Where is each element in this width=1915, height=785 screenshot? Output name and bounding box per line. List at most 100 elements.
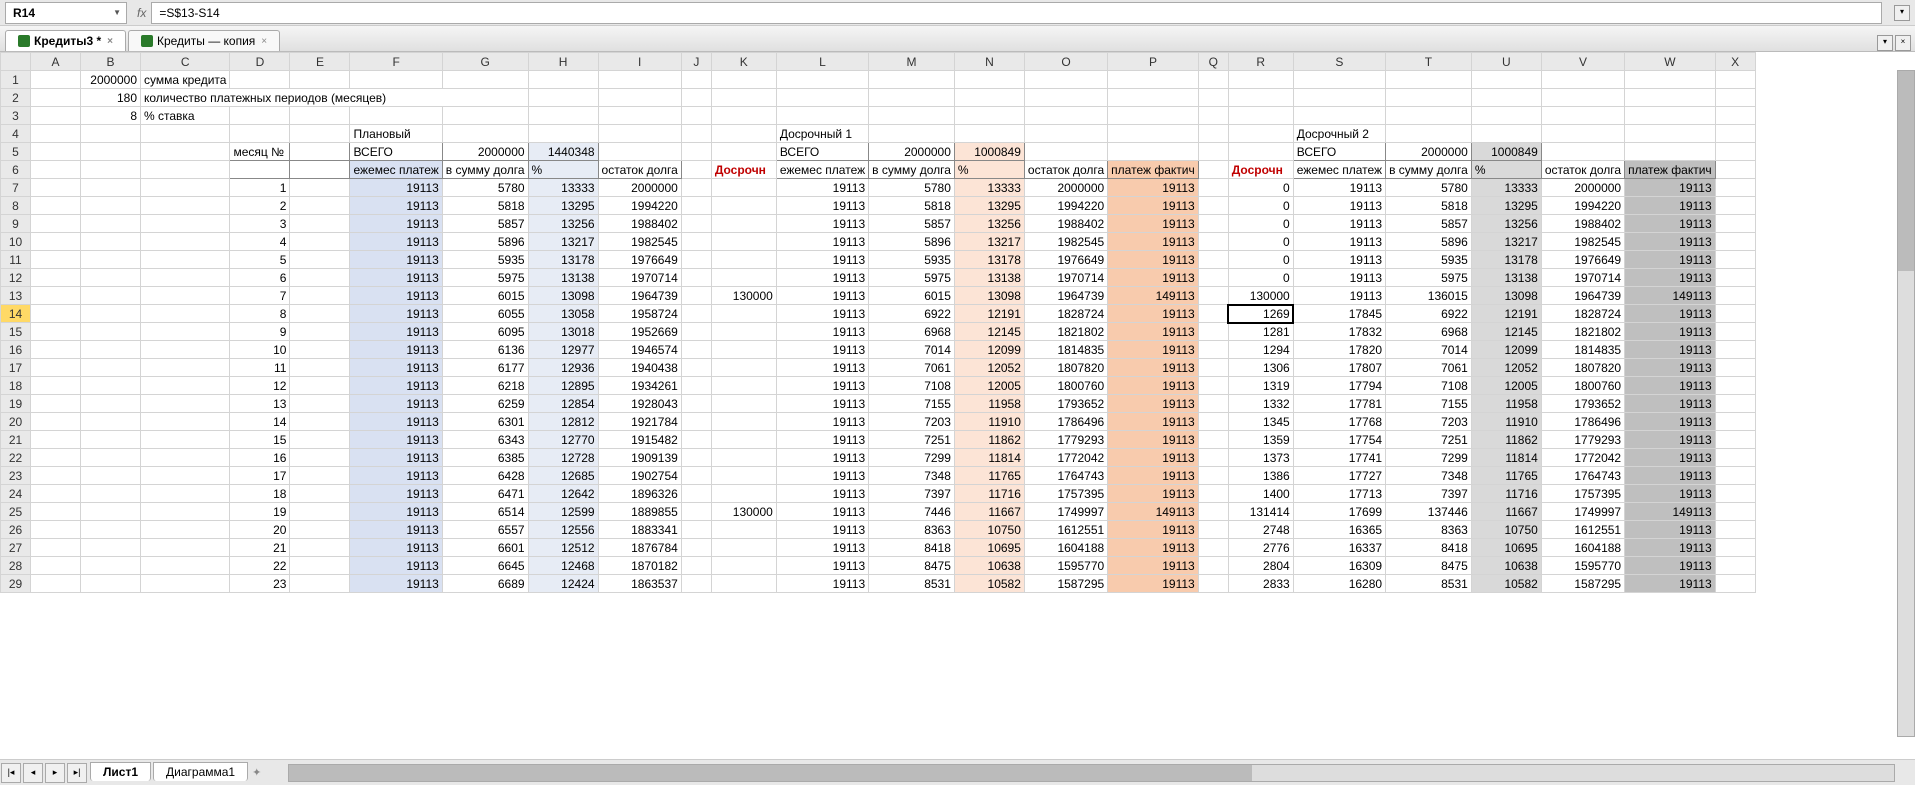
- cell[interactable]: 19113: [1625, 539, 1716, 557]
- cell[interactable]: [711, 143, 776, 161]
- cell[interactable]: [711, 395, 776, 413]
- spreadsheet-grid[interactable]: ABCDEFGHIJKLMNOPQRSTUVWX12000000сумма кр…: [0, 52, 1915, 762]
- cell[interactable]: [681, 233, 711, 251]
- cell[interactable]: [1198, 125, 1228, 143]
- cell[interactable]: [31, 467, 81, 485]
- cell[interactable]: [31, 359, 81, 377]
- col-header[interactable]: I: [598, 53, 681, 71]
- cell[interactable]: [681, 143, 711, 161]
- cell[interactable]: 8531: [1386, 575, 1472, 593]
- cell[interactable]: 19113: [1108, 359, 1199, 377]
- cell[interactable]: 16: [230, 449, 290, 467]
- first-sheet-button[interactable]: |◂: [1, 763, 21, 783]
- cell[interactable]: 13058: [528, 305, 598, 323]
- cell[interactable]: 1988402: [1541, 215, 1624, 233]
- cell[interactable]: 12005: [1471, 377, 1541, 395]
- cell[interactable]: 12052: [954, 359, 1024, 377]
- cell[interactable]: [869, 89, 955, 107]
- cell[interactable]: [31, 323, 81, 341]
- cell[interactable]: 1807820: [1541, 359, 1624, 377]
- cell[interactable]: 19113: [1293, 287, 1385, 305]
- cell[interactable]: [1715, 377, 1755, 395]
- row-header[interactable]: 23: [1, 467, 31, 485]
- cell[interactable]: [442, 125, 528, 143]
- cell[interactable]: 11862: [1471, 431, 1541, 449]
- cell[interactable]: 13256: [528, 215, 598, 233]
- cell[interactable]: [31, 269, 81, 287]
- cell[interactable]: [442, 107, 528, 125]
- cell[interactable]: 13138: [954, 269, 1024, 287]
- cell[interactable]: 3: [230, 215, 290, 233]
- cell[interactable]: [681, 467, 711, 485]
- cell[interactable]: [141, 179, 230, 197]
- cell[interactable]: 19113: [776, 431, 868, 449]
- close-icon[interactable]: ×: [261, 36, 267, 47]
- cell[interactable]: 1595770: [1541, 557, 1624, 575]
- cell[interactable]: 1800760: [1024, 377, 1107, 395]
- cell[interactable]: [681, 305, 711, 323]
- cell[interactable]: 13256: [954, 215, 1024, 233]
- cell[interactable]: 21: [230, 539, 290, 557]
- cell[interactable]: 19113: [1108, 197, 1199, 215]
- cell[interactable]: 1440348: [528, 143, 598, 161]
- cell[interactable]: 19113: [1625, 341, 1716, 359]
- cell[interactable]: 2000000: [1541, 179, 1624, 197]
- cell[interactable]: 1909139: [598, 449, 681, 467]
- cell[interactable]: [681, 215, 711, 233]
- next-sheet-button[interactable]: ▸: [45, 763, 65, 783]
- cell[interactable]: [81, 197, 141, 215]
- cell[interactable]: [1386, 89, 1472, 107]
- cell[interactable]: 1828724: [1541, 305, 1624, 323]
- cell[interactable]: 1988402: [1024, 215, 1107, 233]
- tab-menu-button[interactable]: ▾: [1877, 35, 1893, 51]
- cell-R22[interactable]: 1373: [1228, 449, 1293, 467]
- col-header[interactable]: K: [711, 53, 776, 71]
- cell[interactable]: [1198, 431, 1228, 449]
- cell[interactable]: 22: [230, 557, 290, 575]
- expand-formula-button[interactable]: ▾: [1894, 5, 1910, 21]
- cell[interactable]: 1915482: [598, 431, 681, 449]
- cell[interactable]: 5857: [869, 215, 955, 233]
- cell[interactable]: 19113: [350, 449, 442, 467]
- cell[interactable]: 8418: [869, 539, 955, 557]
- cell[interactable]: 6922: [869, 305, 955, 323]
- row-header[interactable]: 9: [1, 215, 31, 233]
- cell[interactable]: 1876784: [598, 539, 681, 557]
- cell[interactable]: [81, 359, 141, 377]
- cell[interactable]: 19113: [350, 305, 442, 323]
- cell[interactable]: [141, 161, 230, 179]
- cell[interactable]: [31, 287, 81, 305]
- col-header[interactable]: W: [1625, 53, 1716, 71]
- cell[interactable]: [141, 485, 230, 503]
- cell[interactable]: 7397: [869, 485, 955, 503]
- cell[interactable]: 8475: [869, 557, 955, 575]
- cell[interactable]: 19113: [776, 269, 868, 287]
- cell[interactable]: [711, 557, 776, 575]
- cell[interactable]: [1715, 539, 1755, 557]
- cell[interactable]: [1386, 71, 1472, 89]
- cell[interactable]: [31, 341, 81, 359]
- cell[interactable]: 19113: [776, 179, 868, 197]
- cell[interactable]: [681, 125, 711, 143]
- cell[interactable]: 1970714: [1541, 269, 1624, 287]
- horizontal-scrollbar[interactable]: [288, 764, 1895, 782]
- cell[interactable]: 19113: [776, 539, 868, 557]
- cell[interactable]: 1970714: [1024, 269, 1107, 287]
- vertical-scrollbar[interactable]: [1897, 70, 1915, 737]
- cell[interactable]: 16337: [1293, 539, 1385, 557]
- row-header[interactable]: 27: [1, 539, 31, 557]
- cell[interactable]: 19113: [776, 503, 868, 521]
- cell[interactable]: 19113: [776, 359, 868, 377]
- cell[interactable]: 6922: [1386, 305, 1472, 323]
- cell[interactable]: 19113: [1625, 251, 1716, 269]
- cell[interactable]: [141, 539, 230, 557]
- cell[interactable]: 1964739: [1024, 287, 1107, 305]
- cell[interactable]: 13098: [528, 287, 598, 305]
- cell[interactable]: 19113: [350, 575, 442, 593]
- cell[interactable]: 13178: [1471, 251, 1541, 269]
- cell[interactable]: 1982545: [1024, 233, 1107, 251]
- cell[interactable]: [681, 197, 711, 215]
- cell[interactable]: 17781: [1293, 395, 1385, 413]
- cell[interactable]: 19113: [1625, 359, 1716, 377]
- cell[interactable]: 8363: [1386, 521, 1472, 539]
